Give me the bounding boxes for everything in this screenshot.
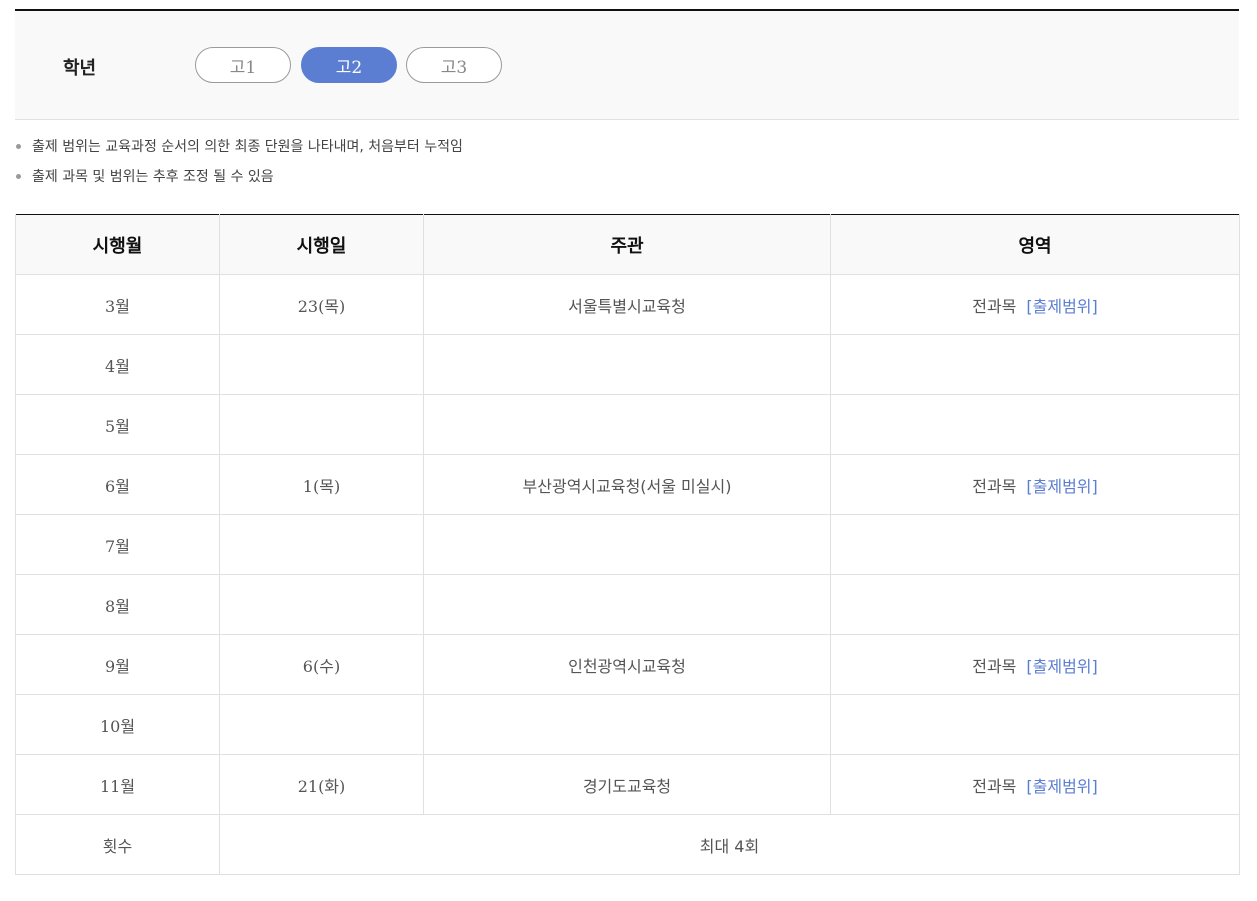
area-cell: 전과목 [출제범위] (830, 274, 1240, 335)
organizer-cell: 경기도교육청 (423, 754, 831, 815)
organizer-cell (423, 574, 831, 635)
exam-scope-link[interactable]: [출제범위] (1026, 777, 1097, 796)
area-cell (830, 574, 1240, 635)
organizer-cell: 서울특별시교육청 (423, 274, 831, 335)
header-month: 시행월 (15, 214, 220, 275)
table-row: 7월 (15, 514, 1240, 575)
month-cell: 4월 (15, 334, 220, 395)
exam-scope-link[interactable]: [출제범위] (1026, 477, 1097, 496)
exam-scope-link[interactable]: [출제범위] (1026, 657, 1097, 676)
organizer-cell: 부산광역시교육청(서울 미실시) (423, 454, 831, 515)
note-text: 출제 범위는 교육과정 순서의 의한 최종 단원을 나타내며, 처음부터 누적임 (32, 139, 463, 155)
month-cell: 6월 (15, 454, 220, 515)
area-text: 전과목 (972, 476, 1017, 496)
organizer-cell (423, 334, 831, 395)
note-text: 출제 과목 및 범위는 추후 조정 될 수 있음 (32, 169, 274, 185)
day-cell (219, 514, 424, 575)
day-cell: 6(수) (219, 634, 424, 695)
area-cell (830, 394, 1240, 455)
notes-list: 출제 범위는 교육과정 순서의 의한 최종 단원을 나타내며, 처음부터 누적임… (15, 135, 463, 195)
month-cell: 7월 (15, 514, 220, 575)
header-day: 시행일 (219, 214, 424, 275)
table-row: 3월 23(목) 서울특별시교육청 전과목 [출제범위] (15, 274, 1240, 335)
organizer-cell: 인천광역시교육청 (423, 634, 831, 695)
note-item: 출제 범위는 교육과정 순서의 의한 최종 단원을 나타내며, 처음부터 누적임 (15, 135, 463, 165)
header-organizer: 주관 (423, 214, 831, 275)
month-cell: 3월 (15, 274, 220, 335)
month-cell: 5월 (15, 394, 220, 455)
day-cell (219, 574, 424, 635)
grade-selector-panel: 학년 고1 고2 고3 (15, 9, 1239, 120)
table-row: 4월 (15, 334, 1240, 395)
month-cell: 8월 (15, 574, 220, 635)
area-cell (830, 514, 1240, 575)
area-cell: 전과목 [출제범위] (830, 754, 1240, 815)
organizer-cell (423, 514, 831, 575)
exam-scope-link[interactable]: [출제범위] (1026, 297, 1097, 316)
month-cell: 10월 (15, 694, 220, 755)
note-item: 출제 과목 및 범위는 추후 조정 될 수 있음 (15, 165, 463, 195)
grade-button-2[interactable]: 고2 (301, 47, 397, 83)
table-row: 11월 21(화) 경기도교육청 전과목 [출제범위] (15, 754, 1240, 815)
area-text: 전과목 (972, 776, 1017, 796)
day-cell: 23(목) (219, 274, 424, 335)
table-row: 9월 6(수) 인천광역시교육청 전과목 [출제범위] (15, 634, 1240, 695)
day-cell: 1(목) (219, 454, 424, 515)
table-row: 5월 (15, 394, 1240, 455)
count-label-cell: 횟수 (15, 814, 220, 875)
bullet-icon (16, 144, 21, 149)
day-cell (219, 394, 424, 455)
area-text: 전과목 (972, 656, 1017, 676)
exam-schedule-table: 시행월 시행일 주관 영역 3월 23(목) 서울특별시교육청 전과목 [출제범위… (15, 214, 1240, 875)
grade-button-1[interactable]: 고1 (195, 47, 291, 83)
table-footer-row: 횟수 최대 4회 (15, 814, 1240, 875)
area-cell (830, 694, 1240, 755)
day-cell (219, 694, 424, 755)
area-text: 전과목 (972, 296, 1017, 316)
organizer-cell (423, 694, 831, 755)
month-cell: 11월 (15, 754, 220, 815)
header-area: 영역 (830, 214, 1240, 275)
area-cell: 전과목 [출제범위] (830, 454, 1240, 515)
table-row: 10월 (15, 694, 1240, 755)
area-cell: 전과목 [출제범위] (830, 634, 1240, 695)
grade-label: 학년 (63, 58, 97, 79)
month-cell: 9월 (15, 634, 220, 695)
table-header-row: 시행월 시행일 주관 영역 (15, 214, 1240, 275)
day-cell: 21(화) (219, 754, 424, 815)
table-row: 8월 (15, 574, 1240, 635)
grade-button-3[interactable]: 고3 (406, 47, 502, 83)
day-cell (219, 334, 424, 395)
table-row: 6월 1(목) 부산광역시교육청(서울 미실시) 전과목 [출제범위] (15, 454, 1240, 515)
count-value-cell: 최대 4회 (219, 814, 1240, 875)
organizer-cell (423, 394, 831, 455)
bullet-icon (16, 174, 21, 179)
area-cell (830, 334, 1240, 395)
